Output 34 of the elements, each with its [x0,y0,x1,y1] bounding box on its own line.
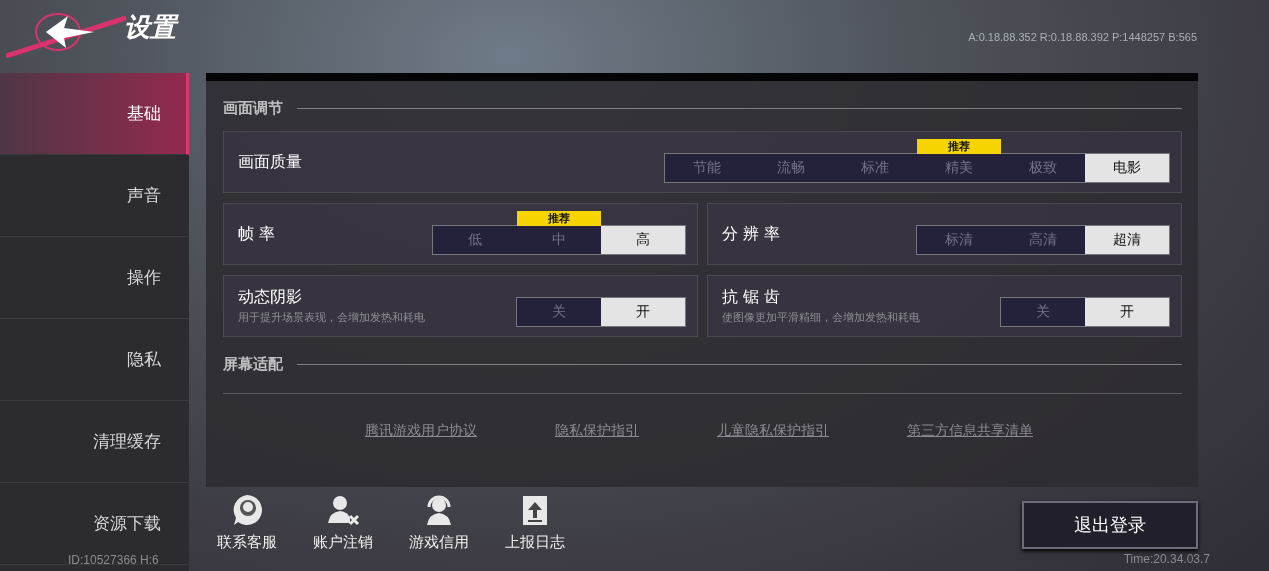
user-remove-icon [326,493,360,527]
setting-label: 帧 率 [238,223,276,245]
option-button[interactable]: 高 [601,226,685,254]
section-title: 屏幕适配 [223,354,283,374]
sidebar-tab[interactable]: 基础 [0,73,189,155]
policy-link[interactable]: 第三方信息共享清单 [907,422,1033,440]
section-title: 画面调节 [223,98,283,118]
setting-label: 抗 锯 齿 [722,287,782,308]
option-button[interactable]: 开 [1085,298,1169,326]
action-button[interactable]: 账户注销 [313,493,373,571]
option-button[interactable]: 开 [601,298,685,326]
recommended-badge: 推荐 [917,139,1001,154]
setting-label: 动态阴影 [238,287,303,308]
logout-button[interactable]: 退出登录 [1022,501,1198,549]
sidebar-tab[interactable]: 清理缓存 [0,401,189,483]
policy-link[interactable]: 儿童隐私保护指引 [717,422,829,440]
setting-description: 使图像更加平滑精细，会增加发热和耗电 [722,310,920,325]
policy-link[interactable]: 隐私保护指引 [555,422,639,440]
time-label: Time:20.34.03.7 [1123,552,1210,566]
policy-link[interactable]: 腾讯游戏用户协议 [365,422,477,440]
action-button[interactable]: 联系客服 [217,493,277,571]
sidebar-tab[interactable]: 声音 [0,155,189,237]
sidebar-tab[interactable]: 操作 [0,237,189,319]
option-button[interactable]: 超清 [1085,226,1169,254]
setting-label: 分 辨 率 [722,223,781,245]
action-button[interactable]: 上报日志 [505,493,565,571]
action-button[interactable]: 游戏信用 [409,493,469,571]
recommended-badge: 推荐 [517,211,601,226]
setting-description: 用于提升场景表现，会增加发热和耗电 [238,310,425,325]
setting-label: 画面质量 [238,151,302,173]
build-info: A:0.18.88.352 R:0.18.88.392 P:1448257 B:565 [968,31,1197,43]
user-id: ID:10527366 H:6 [68,553,159,567]
sidebar-tab[interactable]: 隐私 [0,319,189,401]
option-button[interactable]: 电影 [1085,154,1169,182]
